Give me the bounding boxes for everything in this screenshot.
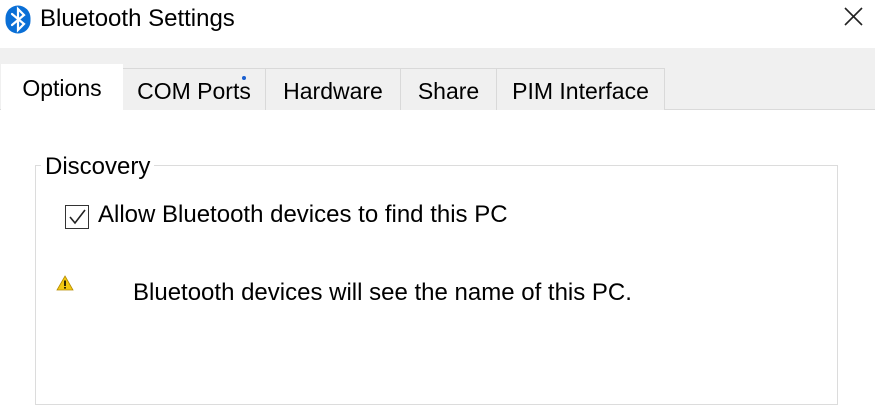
window-title: Bluetooth Settings <box>40 5 235 32</box>
bluetooth-icon <box>5 5 31 34</box>
tab-hardware[interactable]: Hardware <box>265 68 401 110</box>
tab-com-ports[interactable]: COM Ports <box>122 68 266 110</box>
title-bar: Bluetooth Settings <box>0 0 875 48</box>
warning-icon <box>56 275 74 291</box>
discovery-warning-text: Bluetooth devices will see the name of t… <box>133 279 632 306</box>
tab-strip: Options COM Ports Hardware Share PIM Int… <box>0 48 875 111</box>
tab-share[interactable]: Share <box>400 68 497 110</box>
allow-discovery-checkbox[interactable] <box>65 205 89 229</box>
tab-com-ports-label: COM Ports <box>137 78 251 104</box>
close-button[interactable] <box>836 0 872 36</box>
tab-pim-interface[interactable]: PIM Interface <box>496 68 665 110</box>
checkmark-icon <box>69 209 86 225</box>
allow-discovery-label[interactable]: Allow Bluetooth devices to find this PC <box>98 200 508 230</box>
bluetooth-settings-window: Bluetooth Settings Options COM Ports Har… <box>0 0 875 415</box>
close-icon <box>844 7 863 26</box>
tab-options[interactable]: Options <box>1 64 123 111</box>
discovery-group-label: Discovery <box>41 152 155 182</box>
options-panel: Discovery Allow Bluetooth devices to fin… <box>0 110 875 415</box>
focus-indicator-dot <box>242 76 246 80</box>
